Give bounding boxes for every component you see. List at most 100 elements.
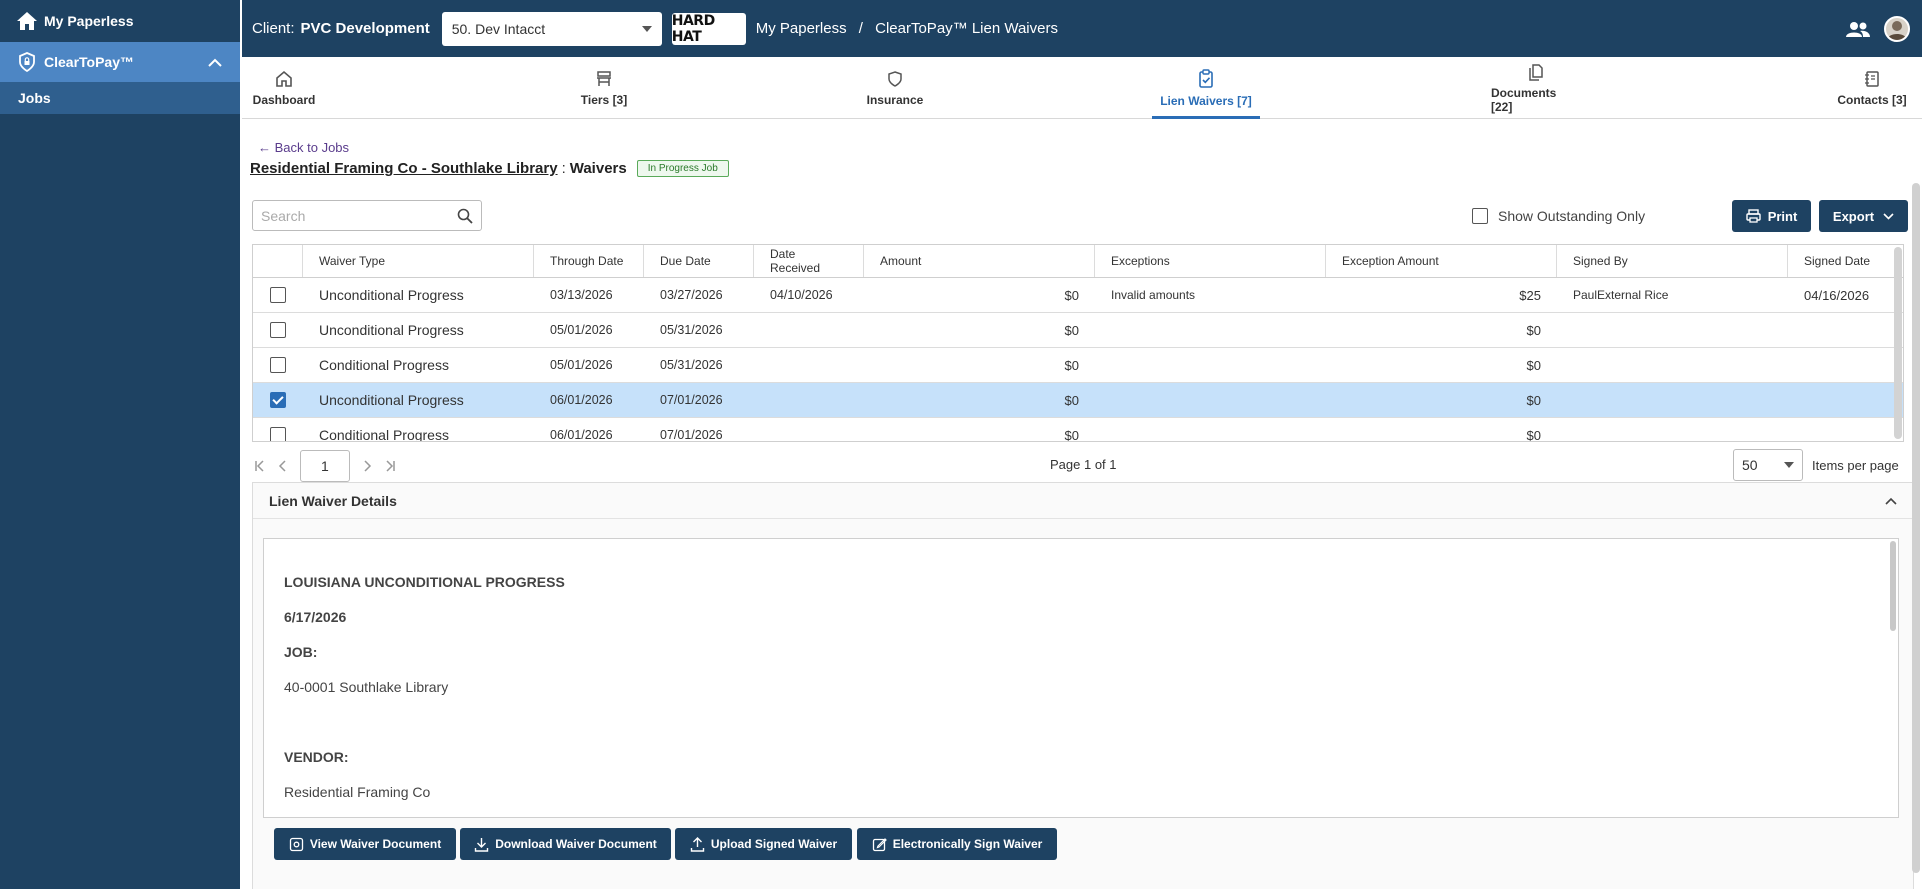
cell-signed-date [1788,313,1903,347]
cell-date-received [754,418,864,441]
tiers-icon [597,70,611,86]
chevron-down-icon [1883,212,1894,220]
cell-exception-amount: $25 [1519,287,1541,303]
cell-exception-amount: $0 [1526,322,1541,338]
table-row[interactable]: Conditional Progress 06/01/2026 07/01/2026… [253,418,1903,441]
next-page-icon[interactable] [360,460,374,472]
search-icon[interactable] [457,208,473,224]
first-page-icon[interactable] [254,460,268,472]
col-exception-amount[interactable]: Exception Amount [1326,245,1557,277]
avatar[interactable] [1884,15,1910,42]
breadcrumb-current: ClearToPay™ Lien Waivers [875,20,1058,37]
tab-documents[interactable]: Documents [22] [1491,57,1581,119]
clipboard-check-icon [1199,68,1213,88]
tab-contacts[interactable]: Contacts [3] [1832,57,1912,119]
row-checkbox[interactable] [270,357,286,373]
cell-exceptions: Invalid amounts [1111,288,1196,302]
shield-icon [888,70,902,87]
export-button[interactable]: Export [1819,200,1908,232]
table-row[interactable]: Unconditional Progress 03/13/2026 03/27/20… [253,278,1903,313]
page-size-select[interactable]: 50 [1733,449,1803,481]
tab-tiers[interactable]: Tiers [3] [564,57,644,119]
cell-signed-by [1557,313,1788,347]
row-checkbox[interactable] [270,392,286,408]
row-checkbox[interactable] [270,287,286,303]
col-signed-by[interactable]: Signed By [1557,245,1788,277]
electronically-sign-button[interactable]: Electronically Sign Waiver [857,828,1057,860]
last-page-icon[interactable] [382,460,396,472]
brand-label: My Paperless [44,13,134,29]
tab-label: Documents [22] [1491,85,1557,114]
sidebar-brand[interactable]: My Paperless [0,0,240,42]
cell-exceptions [1095,418,1326,441]
show-outstanding-checkbox[interactable] [1472,208,1488,224]
breadcrumb-root[interactable]: My Paperless [756,20,847,37]
doc-job-value: 40-0001 Southlake Library [284,679,449,695]
print-button[interactable]: Print [1732,200,1811,232]
top-bar: Client: PVC Development 50. Dev Intacct … [242,0,1922,57]
col-exceptions[interactable]: Exceptions [1095,245,1326,277]
row-checkbox[interactable] [270,427,286,441]
sidebar: My Paperless ClearToPay™ Jobs [0,0,240,889]
main-content: ← Back to Jobs Residential Framing Co - … [242,120,1922,889]
tab-insurance[interactable]: Insurance [860,57,930,119]
sidebar-module-cleartopay[interactable]: ClearToPay™ [0,42,240,82]
col-date-received[interactable]: Date Received [754,245,864,277]
table-row[interactable]: Conditional Progress 05/01/2026 05/31/2026… [253,348,1903,383]
sidebar-item-label: Jobs [18,90,51,106]
row-select-cell [253,348,303,382]
doc-scrollbar[interactable] [1890,541,1896,631]
table-row[interactable]: Unconditional Progress 06/01/2026 07/01/20… [253,383,1903,418]
tab-bar: Dashboard Tiers [3] Insurance Lien Waive… [242,57,1922,119]
col-amount[interactable]: Amount [864,245,1095,277]
entity-select[interactable]: 50. Dev Intacct [441,11,662,46]
cell-date-received: 04/10/2026 [770,288,833,302]
back-to-jobs-link[interactable]: ← Back to Jobs [258,140,349,155]
users-icon[interactable] [1846,21,1870,37]
page-scrollbar[interactable] [1912,183,1920,873]
tab-lien-waivers[interactable]: Lien Waivers [7] [1152,57,1260,119]
col-signed-date[interactable]: Signed Date [1788,245,1903,277]
grid-scrollbar[interactable] [1894,247,1902,439]
cell-date-received [754,348,864,382]
prev-page-icon[interactable] [276,460,290,472]
cell-waiver-type: Unconditional Progress [319,287,464,303]
cell-exception-amount: $0 [1526,392,1541,408]
sidebar-item-jobs[interactable]: Jobs [0,82,240,114]
job-link[interactable]: Residential Framing Co - Southlake Libra… [250,160,558,177]
breadcrumb: My Paperless / ClearToPay™ Lien Waivers [756,20,1066,37]
table-row[interactable]: Unconditional Progress 05/01/2026 05/31/20… [253,313,1903,348]
tab-dashboard[interactable]: Dashboard [252,57,316,119]
details-header[interactable]: Lien Waiver Details [253,483,1913,519]
cell-through-date: 05/01/2026 [550,323,613,337]
doc-vendor-label: VENDOR: [284,749,349,765]
search-input[interactable]: Search [252,200,482,231]
download-waiver-button[interactable]: Download Waiver Document [460,828,671,860]
col-due-date[interactable]: Due Date [644,245,754,277]
client-name: PVC Development [300,20,430,37]
cell-amount: $0 [1064,392,1079,408]
col-through-date[interactable]: Through Date [534,245,644,277]
entity-select-value: 50. Dev Intacct [451,20,546,37]
cell-exceptions [1095,313,1326,347]
chevron-up-icon[interactable] [1885,497,1897,505]
cell-date-received [754,313,864,347]
home-icon [276,70,292,87]
chevron-up-icon[interactable] [208,58,222,67]
caret-down-icon [641,25,652,32]
page-number-input[interactable]: 1 [300,450,350,482]
client-label: Client: [252,20,295,37]
row-checkbox[interactable] [270,322,286,338]
tab-label: Insurance [866,92,924,107]
upload-signed-waiver-button[interactable]: Upload Signed Waiver [675,828,852,860]
cell-amount: $0 [1064,357,1079,373]
cell-signed-by [1557,383,1788,417]
tab-label: Tiers [3] [580,92,628,107]
cell-waiver-type: Unconditional Progress [319,322,464,338]
cell-exception-amount: $0 [1526,357,1541,373]
view-waiver-button[interactable]: View Waiver Document [274,828,456,860]
col-waiver-type[interactable]: Waiver Type [303,245,534,277]
cell-due-date: 05/31/2026 [660,358,723,372]
show-outstanding-toggle[interactable]: Show Outstanding Only [1472,208,1645,224]
cell-through-date: 06/01/2026 [550,393,613,407]
